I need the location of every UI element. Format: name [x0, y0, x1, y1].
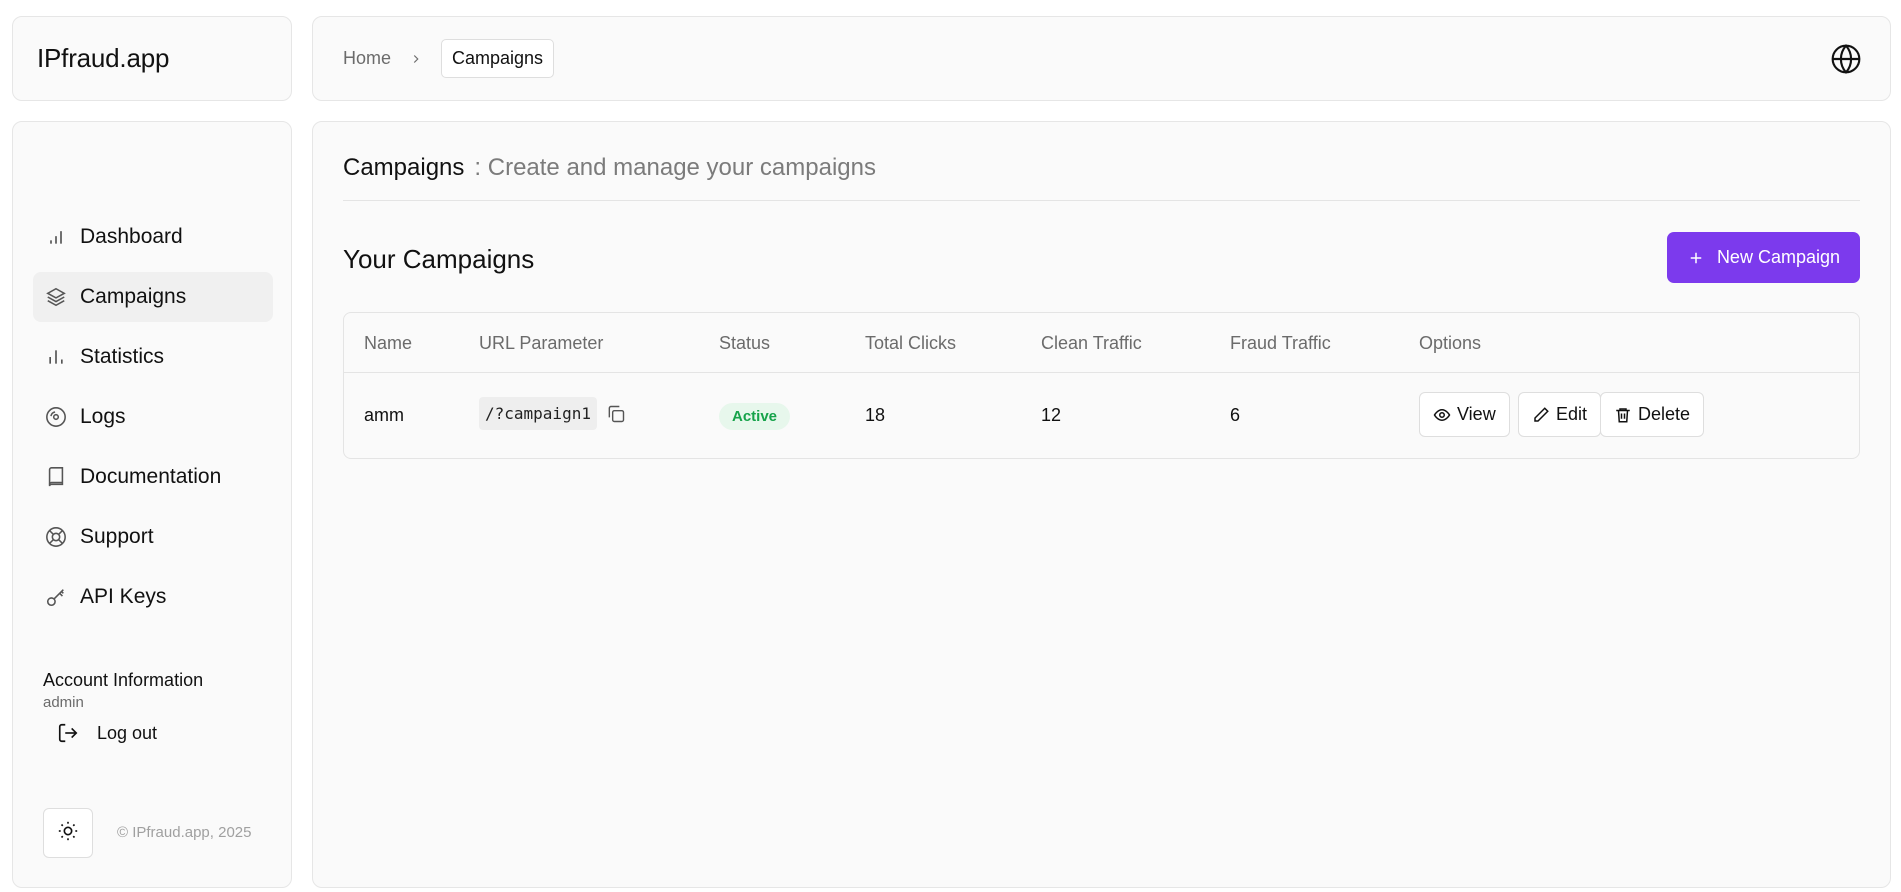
edit-button[interactable]: Edit — [1518, 392, 1602, 437]
fraud-traffic-value: 6 — [1230, 405, 1241, 425]
sidebar-item-label: Dashboard — [80, 225, 183, 248]
sidebar-nav: Dashboard Campaigns Statistics Logs Docu… — [33, 212, 273, 632]
url-parameter-value: /?campaign1 — [479, 397, 597, 430]
copy-icon[interactable] — [606, 403, 628, 425]
column-header-fraud-traffic: Fraud Traffic — [1230, 333, 1331, 353]
table-row: amm /?campaign1 Active 18 12 6 View Edit — [344, 373, 1859, 459]
main-panel: Campaigns : Create and manage your campa… — [312, 121, 1891, 888]
sidebar-item-label: API Keys — [80, 585, 167, 608]
view-button[interactable]: View — [1419, 392, 1510, 437]
view-label: View — [1457, 404, 1496, 424]
sidebar-item-campaigns[interactable]: Campaigns — [33, 272, 273, 322]
column-header-clean-traffic: Clean Traffic — [1041, 333, 1142, 353]
top-bar: Home Campaigns — [312, 16, 1891, 101]
sidebar-item-support[interactable]: Support — [33, 512, 273, 562]
sidebar-item-statistics[interactable]: Statistics — [33, 332, 273, 382]
sidebar-item-label: Documentation — [80, 465, 222, 488]
delete-label: Delete — [1638, 404, 1691, 424]
pencil-icon — [1534, 406, 1549, 422]
sun-icon — [57, 820, 79, 847]
section-title: Your Campaigns — [343, 244, 535, 274]
chevron-right-icon — [409, 52, 423, 66]
new-campaign-button[interactable]: New Campaign — [1666, 232, 1860, 283]
sidebar-item-documentation[interactable]: Documentation — [33, 452, 273, 502]
column-header-total-clicks: Total Clicks — [865, 333, 957, 353]
logout-label: Log out — [97, 722, 158, 743]
account-info: Account Information admin — [43, 670, 203, 711]
breadcrumb-current: Campaigns — [441, 39, 555, 78]
logout-icon — [57, 722, 79, 744]
campaigns-table: Name URL Parameter Status Total Clicks C… — [343, 312, 1860, 459]
column-header-name: Name — [364, 333, 413, 353]
statistics-icon — [44, 345, 68, 369]
globe-icon[interactable] — [1830, 43, 1862, 75]
layers-icon — [44, 285, 68, 309]
account-username: admin — [43, 694, 84, 711]
edit-label: Edit — [1556, 404, 1588, 424]
page-title: Campaigns — [343, 154, 465, 181]
page-subtitle: : Create and manage your campaigns — [474, 154, 876, 181]
campaign-name: amm — [364, 405, 404, 425]
column-header-url-parameter: URL Parameter — [479, 333, 604, 353]
plus-icon — [1690, 252, 1702, 263]
book-icon — [44, 465, 68, 489]
sidebar-item-dashboard[interactable]: Dashboard — [33, 212, 273, 262]
copyright-text: © IPfraud.app, 2025 — [117, 824, 252, 841]
brand-logo-text[interactable]: IPfraud.app — [37, 43, 169, 74]
logout-button[interactable]: Log out — [57, 722, 157, 744]
eye-icon — [1433, 408, 1451, 421]
sidebar-item-logs[interactable]: Logs — [33, 392, 273, 442]
total-clicks-value: 18 — [865, 405, 886, 425]
breadcrumb-home[interactable]: Home — [343, 48, 391, 69]
bar-chart-icon — [44, 225, 68, 249]
trash-icon — [1616, 407, 1630, 422]
life-buoy-icon — [44, 525, 68, 549]
sidebar: Dashboard Campaigns Statistics Logs Docu… — [12, 121, 292, 888]
key-icon — [44, 585, 68, 609]
clean-traffic-value: 12 — [1041, 405, 1062, 425]
url-parameter-cell: /?campaign1 — [479, 397, 628, 430]
sidebar-item-label: Campaigns — [80, 285, 187, 308]
table-header: Name URL Parameter Status Total Clicks C… — [344, 313, 1859, 373]
sidebar-item-label: Logs — [80, 405, 126, 428]
account-title: Account Information — [43, 670, 204, 690]
page-header: Campaigns : Create and manage your campa… — [343, 154, 1860, 201]
sidebar-item-api-keys[interactable]: API Keys — [33, 572, 273, 622]
new-campaign-label: New Campaign — [1716, 247, 1840, 267]
sidebar-item-label: Statistics — [80, 345, 165, 368]
brand-card: IPfraud.app — [12, 16, 292, 101]
column-header-options: Options — [1419, 333, 1482, 353]
disc-icon — [44, 405, 68, 429]
status-badge: Active — [719, 403, 791, 430]
sidebar-item-label: Support — [80, 525, 154, 548]
delete-button[interactable]: Delete — [1600, 392, 1705, 437]
theme-toggle-button[interactable] — [43, 808, 93, 858]
column-header-status: Status — [719, 333, 771, 353]
